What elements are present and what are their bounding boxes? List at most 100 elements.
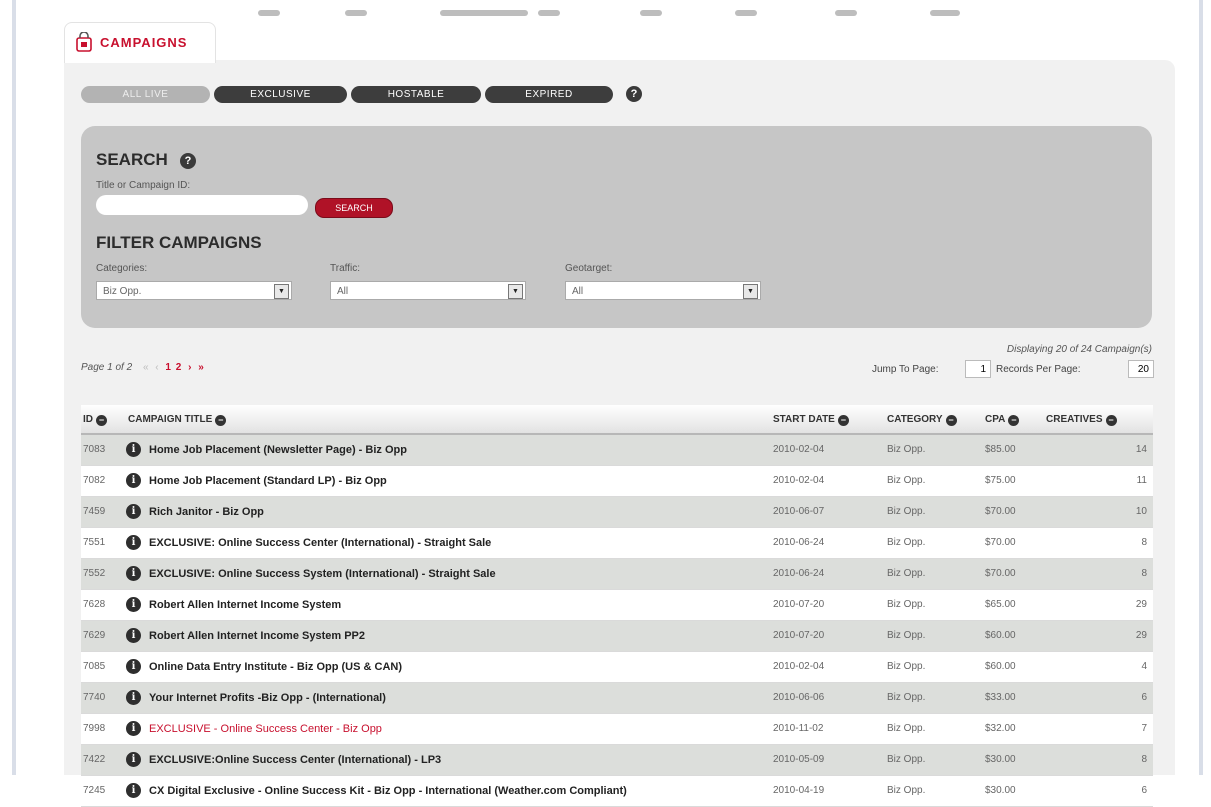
info-icon[interactable]: i (126, 473, 141, 488)
info-icon[interactable]: i (126, 566, 141, 581)
sort-icon[interactable]: − (1105, 415, 1117, 426)
table-row[interactable]: 7082 i Home Job Placement (Standard LP) … (81, 466, 1153, 497)
search-heading: SEARCH (96, 150, 168, 170)
info-icon[interactable]: i (126, 659, 141, 674)
row-id: 7551 (83, 537, 106, 548)
table-row[interactable]: 7422 i EXCLUSIVE:Online Success Center (… (81, 745, 1153, 776)
geotarget-select[interactable]: All ▼ (565, 281, 761, 300)
sort-icon[interactable]: − (215, 415, 227, 426)
traffic-select-value: All (337, 286, 349, 297)
search-heading-text: SEARCH (96, 150, 168, 169)
search-button[interactable]: SEARCH (315, 198, 393, 218)
sort-icon[interactable]: − (1008, 415, 1020, 426)
campaigns-tab-title: CAMPAIGNS (100, 35, 188, 50)
records-per-page-input[interactable] (1128, 360, 1154, 378)
row-start-date: 2010-07-20 (773, 599, 825, 610)
first-page-link[interactable]: « (143, 362, 149, 373)
categories-select[interactable]: Biz Opp. ▼ (96, 281, 292, 300)
filter-pill-expired[interactable]: EXPIRED (485, 86, 613, 103)
header-category[interactable]: CATEGORY − (887, 414, 957, 426)
row-title-link[interactable]: Home Job Placement (Newsletter Page) - B… (149, 444, 407, 456)
table-row[interactable]: 7083 i Home Job Placement (Newsletter Pa… (81, 435, 1153, 466)
info-icon[interactable]: i (126, 597, 141, 612)
row-start-date: 2010-02-04 (773, 661, 825, 672)
table-row[interactable]: 7998 i EXCLUSIVE - Online Success Center… (81, 714, 1153, 745)
row-title-link[interactable]: CX Digital Exclusive - Online Success Ki… (149, 785, 627, 797)
row-creatives: 11 (1136, 475, 1147, 486)
campaigns-tab[interactable]: CAMPAIGNS (64, 22, 216, 63)
header-id[interactable]: ID − (83, 414, 107, 426)
records-per-page-label: Records Per Page: (996, 364, 1081, 375)
table-row[interactable]: 7552 i EXCLUSIVE: Online Success System … (81, 559, 1153, 590)
row-category: Biz Opp. (887, 537, 926, 548)
row-title-link[interactable]: EXCLUSIVE: Online Success System (Intern… (149, 568, 496, 580)
header-campaign-title[interactable]: CAMPAIGN TITLE − (128, 414, 227, 426)
sort-icon[interactable]: − (837, 415, 849, 426)
table-row[interactable]: 7740 i Your Internet Profits -Biz Opp - … (81, 683, 1153, 714)
info-icon[interactable]: i (126, 535, 141, 550)
table-row[interactable]: 7628 i Robert Allen Internet Income Syst… (81, 590, 1153, 621)
row-start-date: 2010-06-24 (773, 537, 825, 548)
display-count: Displaying 20 of 24 Campaign(s) (1006, 344, 1152, 355)
filter-pill-all-live[interactable]: ALL LIVE (81, 86, 210, 103)
table-row[interactable]: 7085 i Online Data Entry Institute - Biz… (81, 652, 1153, 683)
info-icon[interactable]: i (126, 504, 141, 519)
row-title-link[interactable]: EXCLUSIVE:Online Success Center (Interna… (149, 754, 441, 766)
row-title-link[interactable]: Online Data Entry Institute - Biz Opp (U… (149, 661, 402, 673)
table-row[interactable]: 7629 i Robert Allen Internet Income Syst… (81, 621, 1153, 652)
info-icon[interactable]: i (126, 442, 141, 457)
top-nav-stub (345, 10, 367, 16)
next-page-link[interactable]: › (188, 362, 191, 373)
row-title-link[interactable]: EXCLUSIVE - Online Success Center - Biz … (149, 723, 382, 735)
row-category: Biz Opp. (887, 506, 926, 517)
filter-pill-hostable[interactable]: HOSTABLE (351, 86, 481, 103)
sort-icon[interactable]: − (96, 415, 107, 426)
info-icon[interactable]: i (126, 752, 141, 767)
sort-icon[interactable]: − (945, 415, 957, 426)
row-start-date: 2010-04-19 (773, 785, 825, 796)
prev-page-link[interactable]: ‹ (155, 362, 158, 373)
header-creatives[interactable]: CREATIVES − (1046, 414, 1117, 426)
last-page-link[interactable]: » (198, 362, 204, 373)
row-creatives: 8 (1141, 754, 1147, 765)
search-field-label: Title or Campaign ID: (96, 180, 191, 191)
top-nav-stub (538, 10, 560, 16)
info-icon[interactable]: i (126, 690, 141, 705)
row-creatives: 29 (1135, 630, 1147, 641)
row-title-link[interactable]: Robert Allen Internet Income System (149, 599, 341, 611)
page-right-border (1199, 0, 1211, 775)
search-help-icon[interactable]: ? (180, 153, 196, 169)
table-row[interactable]: 7459 i Rich Janitor - Biz Opp 2010-06-07… (81, 497, 1153, 528)
row-title-link[interactable]: Rich Janitor - Biz Opp (149, 506, 264, 518)
info-icon[interactable]: i (126, 721, 141, 736)
traffic-select[interactable]: All ▼ (330, 281, 526, 300)
row-category: Biz Opp. (887, 568, 926, 579)
row-title-link[interactable]: Robert Allen Internet Income System PP2 (149, 630, 365, 642)
page-1-link[interactable]: 1 (165, 362, 171, 373)
chevron-down-icon[interactable]: ▼ (508, 284, 523, 299)
jump-to-page-label: Jump To Page: (872, 364, 939, 375)
info-icon[interactable]: i (126, 628, 141, 643)
jump-to-page-input[interactable] (965, 360, 991, 378)
chevron-down-icon[interactable]: ▼ (274, 284, 289, 299)
filter-pill-exclusive[interactable]: EXCLUSIVE (214, 86, 347, 103)
row-title-link[interactable]: Your Internet Profits -Biz Opp - (Intern… (149, 692, 386, 704)
row-cpa: $70.00 (985, 537, 1016, 548)
table-row[interactable]: 7551 i EXCLUSIVE: Online Success Center … (81, 528, 1153, 559)
page-2-link[interactable]: 2 (176, 362, 182, 373)
row-title-link[interactable]: Home Job Placement (Standard LP) - Biz O… (149, 475, 387, 487)
header-cpa-label: CPA (985, 414, 1006, 425)
header-start-date[interactable]: START DATE − (773, 414, 849, 426)
filter-help-icon[interactable]: ? (626, 86, 642, 102)
search-input[interactable] (96, 195, 308, 215)
row-start-date: 2010-05-09 (773, 754, 825, 765)
header-cpa[interactable]: CPA − (985, 414, 1020, 426)
table-row[interactable]: 7245 i CX Digital Exclusive - Online Suc… (81, 776, 1153, 807)
chevron-down-icon[interactable]: ▼ (743, 284, 758, 299)
top-nav-stub (640, 10, 662, 16)
row-start-date: 2010-02-04 (773, 475, 825, 486)
info-icon[interactable]: i (126, 783, 141, 798)
row-cpa: $30.00 (985, 785, 1016, 796)
row-title-link[interactable]: EXCLUSIVE: Online Success Center (Intern… (149, 537, 491, 549)
row-creatives: 6 (1141, 785, 1147, 796)
